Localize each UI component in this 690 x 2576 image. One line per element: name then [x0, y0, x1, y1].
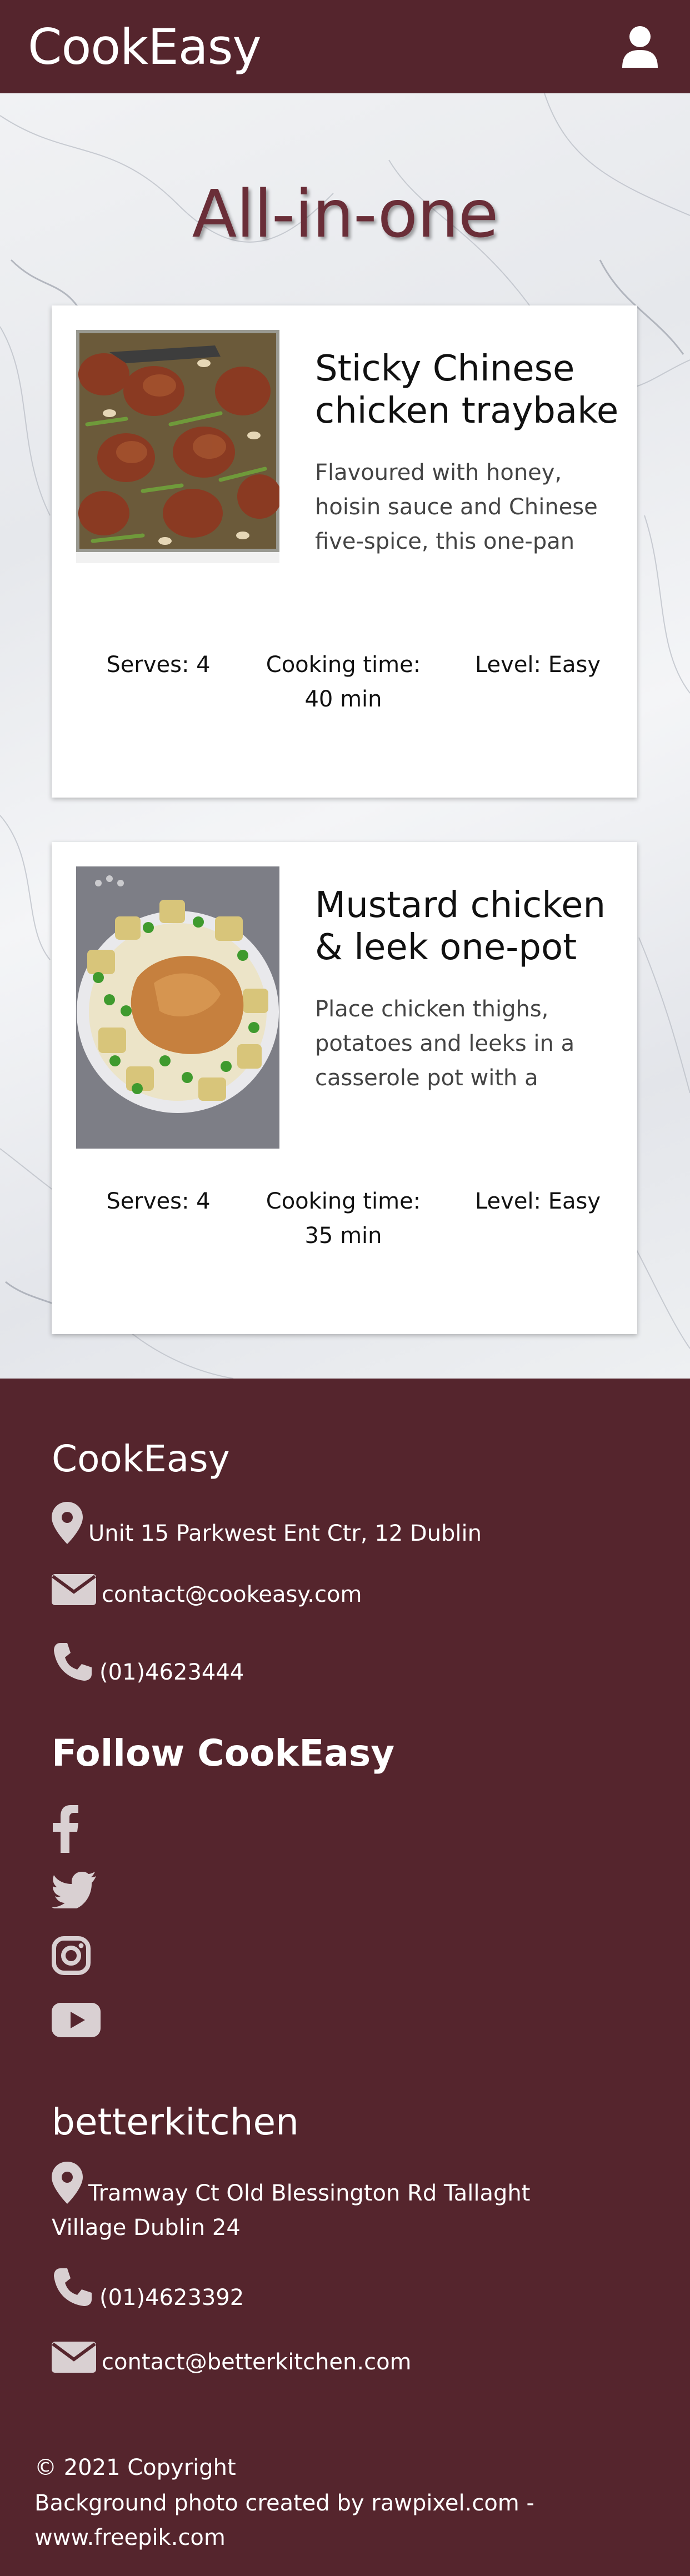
cooking-time-value: 40 min	[304, 686, 382, 712]
user-icon[interactable]	[621, 26, 659, 68]
youtube-icon[interactable]	[52, 2003, 101, 2037]
footer-email-cookeasy[interactable]: contact@cookeasy.com	[52, 1574, 652, 1612]
map-marker-icon	[52, 1502, 83, 1544]
email-link[interactable]: contact@cookeasy.com	[102, 1582, 362, 1607]
recipe-description: Flavoured with honey, hoisin sauce and C…	[315, 460, 598, 554]
recipe-cooking-time: Cooking time: 40 min	[252, 648, 435, 716]
footer-address-cookeasy: Unit 15 Parkwest Ent Ctr, 12 Dublin	[52, 1502, 652, 1551]
address-text: Tramway Ct Old Blessington Rd Tallaght V…	[52, 2181, 531, 2241]
phone-text: (01)4623392	[99, 2285, 244, 2311]
envelope-icon	[52, 1574, 96, 1605]
email-link[interactable]: contact@betterkitchen.com	[102, 2349, 412, 2375]
phone-text: (01)4623444	[99, 1660, 244, 1685]
recipe-serves: Serves: 4	[106, 652, 211, 678]
recipe-image-mustard-chicken[interactable]	[76, 866, 279, 1149]
recipe-cooking-time: Cooking time: 35 min	[252, 1184, 435, 1253]
content-area: All-in-one Sticky Chinese chicken trayba…	[0, 93, 690, 1379]
page-title: All-in-one	[192, 176, 499, 252]
cooking-time-label: Cooking time:	[266, 652, 421, 678]
copyright-text: © 2021 Copyright	[34, 2455, 236, 2480]
footer-brand-betterkitchen: betterkitchen	[52, 2101, 299, 2143]
recipe-description: Place chicken thighs, potatoes and leeks…	[315, 996, 575, 1091]
instagram-icon[interactable]	[52, 1936, 91, 1975]
cooking-time-label: Cooking time:	[266, 1189, 421, 1214]
recipe-title[interactable]: Sticky Chinese chicken traybake	[315, 348, 626, 432]
footer-phone-betterkitchen[interactable]: (01)4623392	[52, 2266, 652, 2315]
recipe-level: Level: Easy	[474, 652, 601, 678]
footer-phone-cookeasy[interactable]: (01)4623444	[52, 1641, 652, 1690]
recipe-serves: Serves: 4	[106, 1189, 211, 1214]
recipe-card[interactable]: Mustard chicken & leek one-pot Place chi…	[52, 842, 637, 1334]
cooking-time-value: 35 min	[304, 1223, 382, 1249]
recipe-card[interactable]: Sticky Chinese chicken traybake Flavoure…	[52, 305, 637, 798]
map-marker-icon	[52, 2162, 83, 2204]
photo-credit[interactable]: Background photo created by rawpixel.com…	[34, 2486, 546, 2555]
footer-email-betterkitchen[interactable]: contact@betterkitchen.com	[52, 2342, 652, 2379]
phone-icon	[54, 1643, 92, 1681]
footer-brand-cookeasy: CookEasy	[52, 1437, 230, 1480]
footer-address-betterkitchen: Tramway Ct Old Blessington Rd Tallaght V…	[52, 2162, 607, 2245]
envelope-icon	[52, 2342, 96, 2373]
facebook-icon[interactable]	[52, 1805, 79, 1853]
brand-logo[interactable]: CookEasy	[28, 18, 262, 76]
recipe-image-traybake[interactable]	[76, 330, 279, 612]
footer: CookEasy Unit 15 Parkwest Ent Ctr, 12 Du…	[0, 1379, 690, 2576]
recipe-level: Level: Easy	[474, 1189, 601, 1214]
recipe-title[interactable]: Mustard chicken & leek one-pot	[315, 884, 626, 969]
address-text: Unit 15 Parkwest Ent Ctr, 12 Dublin	[88, 1521, 482, 1546]
follow-title: Follow CookEasy	[52, 1732, 395, 1775]
top-navbar: CookEasy	[0, 0, 690, 93]
phone-icon	[54, 2268, 92, 2306]
twitter-icon[interactable]	[52, 1872, 96, 1908]
